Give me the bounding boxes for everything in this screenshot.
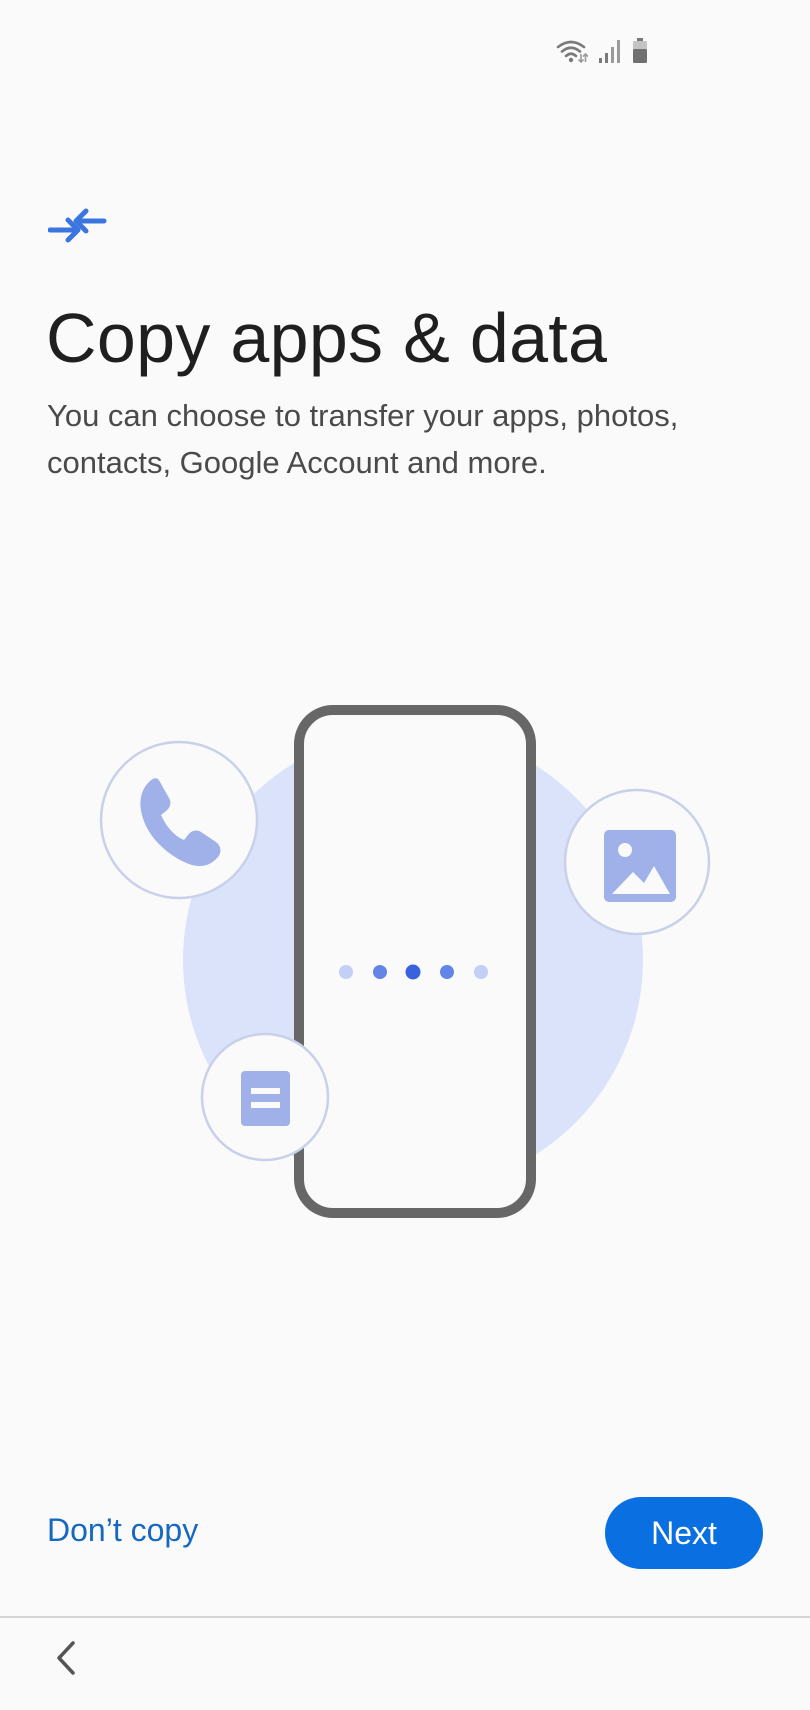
next-button[interactable]: Next	[605, 1497, 763, 1569]
navigation-bar	[0, 1618, 810, 1710]
wifi-icon	[556, 40, 588, 64]
transfer-illustration	[99, 705, 711, 1218]
phone-frame	[294, 705, 536, 1218]
back-chevron-icon	[57, 1641, 75, 1675]
phone-call-icon	[99, 740, 259, 900]
page-title: Copy apps & data	[46, 299, 608, 377]
status-bar	[556, 34, 648, 64]
action-bar: Don’t copy Next	[0, 1470, 810, 1600]
dont-copy-button[interactable]: Don’t copy	[47, 1512, 198, 1549]
document-icon	[200, 1032, 330, 1162]
page-subtitle: You can choose to transfer your apps, ph…	[47, 398, 679, 480]
progress-dot	[405, 964, 421, 980]
battery-icon	[633, 38, 647, 63]
progress-dot	[440, 965, 454, 979]
signal-icon	[599, 40, 620, 63]
progress-dot	[373, 965, 387, 979]
progress-dot	[474, 965, 488, 979]
transfer-arrows-icon	[48, 208, 107, 243]
progress-dot	[339, 965, 353, 979]
image-icon	[563, 788, 711, 936]
back-button[interactable]	[44, 1636, 88, 1680]
